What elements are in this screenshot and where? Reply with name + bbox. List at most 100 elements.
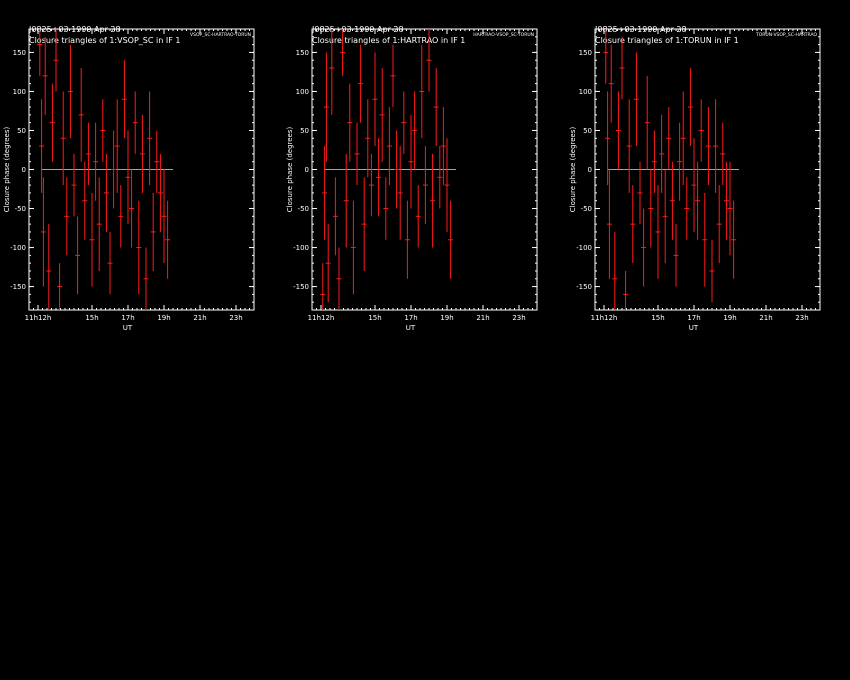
data-point <box>440 107 446 186</box>
y-tick-label: 50 <box>583 127 592 135</box>
data-point <box>680 91 686 186</box>
x-tick-label: 17h <box>404 314 417 322</box>
data-point <box>42 36 48 115</box>
closure-phase-plot-2: -150 -100 -50 0 50 100 150 11h12h 15h 17h 19h 21h 23… <box>286 28 538 332</box>
data-point <box>114 99 120 193</box>
data-point <box>132 91 138 154</box>
data-point <box>716 185 722 264</box>
data-point <box>659 114 665 193</box>
data-point <box>644 75 650 170</box>
data-point <box>350 200 356 295</box>
x-tick-label: 19h <box>723 314 736 322</box>
x-tick-label: 19h <box>440 314 453 322</box>
station-stamp: HARTRAO-VSOP_SC-TORUN <box>473 32 534 38</box>
data-point <box>125 130 131 225</box>
data-point <box>444 138 450 232</box>
data-point <box>684 177 690 240</box>
x-tick-label: 19h <box>157 314 170 322</box>
data-point <box>606 169 612 279</box>
data-point <box>340 29 346 76</box>
data-point <box>165 200 171 279</box>
data-point <box>372 52 378 147</box>
data-point <box>698 99 704 162</box>
x-tick-label: 17h <box>687 314 700 322</box>
data-point <box>118 185 124 248</box>
data-point <box>150 192 156 271</box>
data-point <box>96 177 102 271</box>
data-point <box>376 138 382 217</box>
data-point <box>75 216 81 295</box>
data-point <box>325 224 331 303</box>
data-point <box>60 91 66 186</box>
data-point <box>709 239 715 303</box>
x-tick-label: 21h <box>476 314 489 322</box>
data-point <box>46 224 52 310</box>
data-point <box>655 185 661 279</box>
data-point <box>623 270 629 310</box>
x-axis-label: UT <box>689 324 699 332</box>
data-point <box>143 247 149 310</box>
data-point <box>154 130 160 193</box>
station-stamp: TORUN-VSOP_SC-HARTRAO <box>755 32 817 38</box>
y-tick-label: -150 <box>10 283 26 291</box>
data-point <box>615 91 621 170</box>
data-point <box>354 122 360 186</box>
x-axis-label: UT <box>123 324 133 332</box>
data-point <box>630 185 636 264</box>
x-tick-label: 17h <box>121 314 134 322</box>
y-tick-label: 150 <box>296 49 309 57</box>
data-point <box>129 169 135 248</box>
data-point <box>626 99 632 193</box>
data-point <box>641 208 647 287</box>
x-tick-label: 23h <box>795 314 808 322</box>
data-point <box>85 122 91 186</box>
data-point <box>713 99 719 193</box>
data-point <box>343 153 349 248</box>
closure-phase-plot-1: -150 -100 -50 0 50 100 150 11h12h 15h 17h 19h 21h 23… <box>3 28 255 332</box>
data-point <box>107 231 113 295</box>
data-point <box>40 177 46 287</box>
data-point <box>93 122 99 201</box>
data-point <box>157 153 163 232</box>
data-point <box>612 231 618 310</box>
data-point <box>433 68 439 147</box>
x-tick-label: 11h12h <box>25 314 52 322</box>
data-point <box>412 91 418 170</box>
y-tick-label: 50 <box>17 127 26 135</box>
data-point <box>64 177 70 256</box>
data-point <box>404 200 410 279</box>
data-point <box>422 146 428 225</box>
data-point <box>666 107 672 170</box>
y-axis-label: Closure phase (degrees) <box>3 127 11 213</box>
data-point <box>394 130 400 209</box>
data-point <box>57 263 63 310</box>
data-point <box>662 169 668 264</box>
y-tick-label: -100 <box>10 244 26 252</box>
data-point <box>437 146 443 209</box>
y-tick-label: -150 <box>293 283 309 291</box>
y-axis-label: Closure phase (degrees) <box>286 127 294 213</box>
data-point <box>121 60 127 139</box>
data-point <box>161 169 167 264</box>
data-point <box>633 52 639 147</box>
y-tick-label: -50 <box>298 205 309 213</box>
data-point <box>365 99 371 178</box>
data-point <box>111 130 117 209</box>
data-point <box>651 130 657 193</box>
y-tick-label: 50 <box>300 127 309 135</box>
data-point <box>408 114 414 209</box>
data-point <box>673 224 679 287</box>
y-axis-label: Closure phase (degrees) <box>569 127 577 213</box>
data-point <box>397 146 403 240</box>
data-point <box>603 29 609 84</box>
y-tick-label: 0 <box>588 166 592 174</box>
data-point <box>336 247 342 310</box>
data-point <box>401 91 407 154</box>
plot-panel-1: J0825+03 1999 Apr 28 Closure triangles o… <box>0 0 280 340</box>
y-tick-label: -150 <box>576 283 592 291</box>
data-point <box>695 161 701 240</box>
data-point <box>71 153 77 217</box>
closure-phase-plot-3: -150 -100 -50 0 50 100 150 11h12h 15h 17h 19h 21h 23… <box>569 28 821 332</box>
data-point <box>37 29 43 76</box>
y-tick-label: 0 <box>22 166 26 174</box>
